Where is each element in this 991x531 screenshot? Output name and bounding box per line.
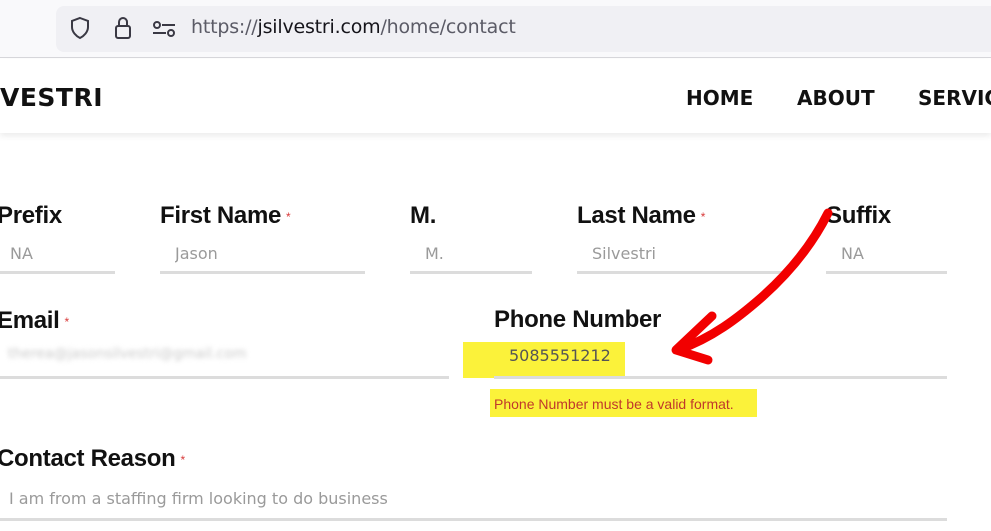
- lock-icon[interactable]: [113, 16, 133, 45]
- url-path: /home/contact: [380, 16, 516, 38]
- prefix-input[interactable]: [0, 236, 115, 271]
- first-name-field[interactable]: [160, 236, 365, 274]
- browser-toolbar: https://jsilvestri.com/home/contact: [0, 0, 991, 58]
- middle-initial-input[interactable]: [410, 236, 532, 271]
- required-marker: *: [64, 315, 70, 329]
- contact-reason-field[interactable]: [0, 479, 947, 521]
- site-logo[interactable]: VESTRI: [0, 83, 103, 112]
- url-text[interactable]: https://jsilvestri.com/home/contact: [191, 16, 516, 38]
- required-marker: *: [286, 210, 291, 224]
- contact-reason-input[interactable]: [0, 479, 947, 518]
- last-name-input[interactable]: [577, 236, 782, 271]
- first-name-label: First Name *: [160, 202, 291, 229]
- middle-initial-field[interactable]: [410, 236, 532, 274]
- nav-home-link[interactable]: HOME: [686, 86, 753, 110]
- email-value-blurred[interactable]: therea@jasonsilvestri@gmail.com: [8, 346, 246, 362]
- nav-about-link[interactable]: ABOUT: [797, 86, 875, 110]
- required-marker: *: [180, 453, 186, 467]
- nav-services-link[interactable]: SERVIC: [918, 86, 991, 110]
- prefix-field[interactable]: [0, 236, 115, 274]
- tracking-settings-icon[interactable]: [151, 18, 177, 45]
- suffix-label: Suffix: [826, 202, 891, 229]
- phone-error-message: Phone Number must be a valid format.: [494, 396, 734, 412]
- last-name-field[interactable]: [577, 236, 782, 274]
- first-name-input[interactable]: [160, 236, 365, 271]
- site-header: VESTRI HOME ABOUT SERVIC: [0, 59, 991, 133]
- phone-value[interactable]: 5085551212: [509, 346, 611, 365]
- suffix-input[interactable]: [826, 236, 947, 271]
- suffix-field[interactable]: [826, 236, 947, 274]
- contact-reason-label: Contact Reason *: [0, 445, 186, 472]
- prefix-label: Prefix: [0, 202, 62, 229]
- last-name-label: Last Name *: [577, 202, 706, 229]
- shield-icon[interactable]: [69, 16, 91, 45]
- required-marker: *: [700, 210, 706, 224]
- middle-initial-label: M.: [410, 202, 437, 229]
- url-scheme: https://: [191, 16, 258, 38]
- phone-label: Phone Number: [494, 306, 662, 333]
- email-label: Email *: [0, 307, 70, 334]
- url-host: jsilvestri.com: [257, 16, 381, 38]
